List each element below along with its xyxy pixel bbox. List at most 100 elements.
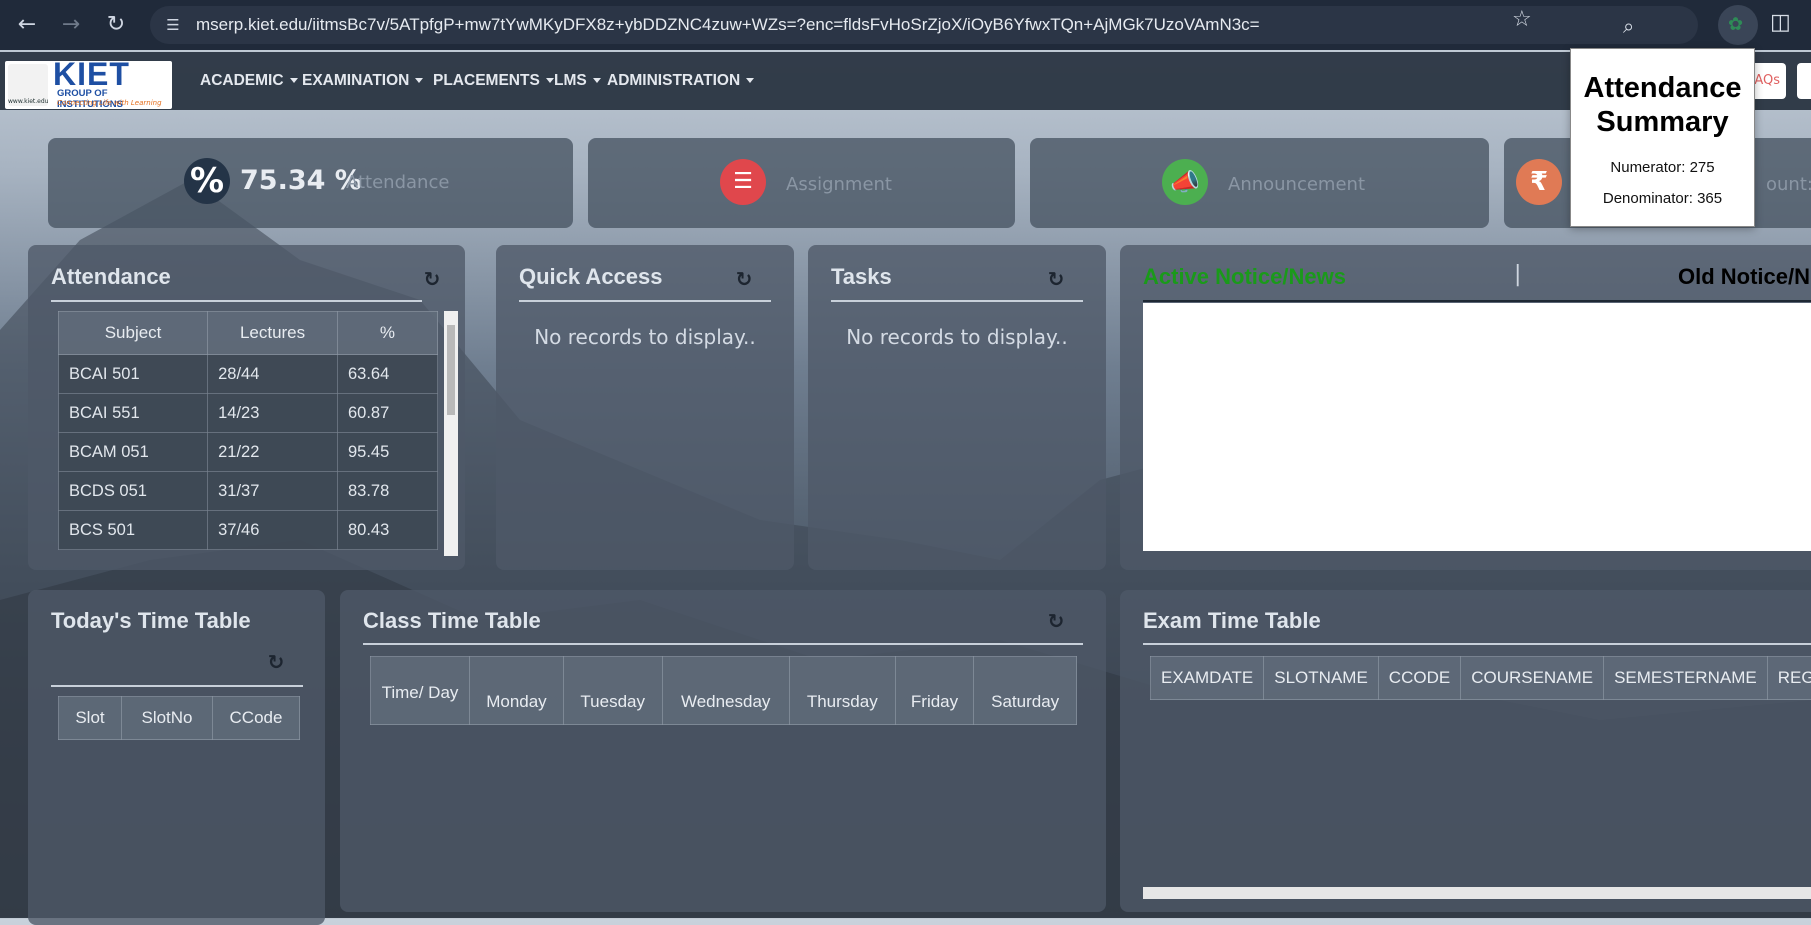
site-info-icon[interactable]: ☰ [164, 16, 182, 34]
app-header: www.kiet.edu KIET GROUP OF INSTITUTIONS … [0, 52, 1811, 110]
column-lectures[interactable]: Lectures [207, 311, 338, 355]
refresh-icon[interactable]: ↻ [734, 269, 754, 289]
scrollbar-thumb[interactable] [447, 325, 455, 415]
announcement-stat-label: Announcement [1228, 174, 1366, 195]
class-timetable-title: Class Time Table [363, 608, 541, 633]
bookmark-star-icon[interactable]: ☆ [1512, 7, 1532, 32]
tab-active-notice[interactable]: Active Notice/News [1143, 264, 1346, 290]
refresh-icon[interactable]: ↻ [1046, 611, 1066, 631]
rupee-icon: ₹ [1516, 159, 1562, 205]
attendance-panel: Attendance ↻ Subject Lectures % BCAI 501… [28, 245, 465, 570]
attendance-stat-label: Attendance [346, 172, 450, 193]
extension-leaf-icon[interactable]: ✿ [1728, 14, 1743, 35]
todays-timetable-panel: Today's Time Table ↻ Slot SlotNo CCode [28, 590, 325, 925]
attendance-scrollbar[interactable] [444, 311, 458, 556]
extensions-puzzle-icon[interactable]: ◫ [1770, 10, 1791, 35]
tasks-title: Tasks [831, 264, 892, 289]
browser-toolbar: ← → ↻ ☰ mserp.kiet.edu/iitmsBc7v/5ATpfgP… [0, 0, 1811, 50]
refresh-icon[interactable]: ↻ [1046, 269, 1066, 289]
table-row: BCAI 551 14/23 60.87 [57, 393, 439, 433]
cell-lectures: 37/46 [207, 510, 338, 550]
cell-lectures: 21/22 [207, 432, 338, 472]
tasks-empty: No records to display.. [846, 325, 1068, 349]
reload-icon[interactable]: ↻ [101, 10, 131, 40]
column-time-day[interactable]: Time/ Day [370, 656, 470, 725]
notice-content-area [1143, 303, 1811, 551]
column-slotname[interactable]: SLOTNAME [1263, 656, 1379, 700]
logo-name: KIET [53, 61, 130, 92]
column-ccode[interactable]: CCode [212, 696, 300, 740]
exam-timetable-title: Exam Time Table [1143, 608, 1321, 633]
notice-panel: Active Notice/News | Old Notice/N [1120, 245, 1811, 570]
attendance-panel-title: Attendance [51, 264, 171, 289]
column-wednesday[interactable]: Wednesday [661, 656, 790, 725]
column-friday[interactable]: Friday [894, 656, 975, 725]
zoom-icon[interactable]: ⌕ [1623, 14, 1634, 38]
panel-divider [831, 300, 1083, 302]
attendance-summary-popup: Attendance Summary Numerator: 275 Denomi… [1570, 48, 1755, 227]
panel-divider [1143, 643, 1811, 645]
panel-divider [1143, 300, 1811, 302]
exam-timetable-table: EXAMDATE SLOTNAME CCODE COURSENAME SEMES… [1149, 656, 1811, 700]
popup-numerator: Numerator: 275 [1610, 159, 1715, 176]
cell-subject: BCAM 051 [57, 432, 209, 472]
fee-stat-label: ount: [1766, 174, 1811, 195]
announcement-stat-card[interactable]: 📣 Announcement [1030, 138, 1489, 228]
quick-access-title: Quick Access [519, 264, 663, 289]
attendance-stat-card[interactable]: % 75.34 % Attendance [48, 138, 573, 228]
cell-subject: BCAI 551 [57, 393, 209, 433]
percent-icon: % [184, 158, 230, 204]
column-regular[interactable]: REGULAR_E [1766, 656, 1811, 700]
panel-divider [51, 300, 422, 302]
kiet-logo[interactable]: www.kiet.edu KIET GROUP OF INSTITUTIONS … [5, 61, 172, 109]
panel-divider [519, 300, 771, 302]
tasks-panel: Tasks ↻ No records to display.. [808, 245, 1106, 570]
tab-old-notice[interactable]: Old Notice/N [1678, 264, 1810, 290]
cell-lectures: 31/37 [207, 471, 338, 511]
todays-timetable-title: Today's Time Table [51, 608, 251, 633]
refresh-icon[interactable]: ↻ [422, 269, 442, 289]
column-monday[interactable]: Monday [469, 656, 564, 725]
megaphone-icon: 📣 [1162, 159, 1208, 205]
forward-icon[interactable]: → [56, 10, 86, 40]
menu-examination[interactable]: EXAMINATION [302, 52, 423, 110]
class-timetable-panel: Class Time Table ↻ Time/ Day Monday Tues… [340, 590, 1106, 912]
column-thursday[interactable]: Thursday [788, 656, 896, 725]
logo-tagline: Connecting Life with Learning [57, 99, 162, 107]
class-timetable-table: Time/ Day Monday Tuesday Wednesday Thurs… [370, 656, 1077, 725]
column-saturday[interactable]: Saturday [973, 656, 1077, 725]
column-percent[interactable]: % [336, 311, 439, 355]
assignment-stat-card[interactable]: ☰ Assignment [588, 138, 1015, 228]
table-row: BCDS 051 31/37 83.78 [57, 471, 439, 511]
menu-placements[interactable]: PLACEMENTS [433, 52, 554, 110]
cell-lectures: 14/23 [207, 393, 338, 433]
column-tuesday[interactable]: Tuesday [562, 656, 663, 725]
menu-administration[interactable]: ADMINISTRATION [607, 52, 754, 110]
panel-divider [363, 643, 1083, 645]
table-row: BCAM 051 21/22 95.45 [57, 432, 439, 472]
exam-horizontal-scrollbar[interactable] [1143, 887, 1811, 899]
column-ccode[interactable]: CCODE [1377, 656, 1462, 700]
menu-academic[interactable]: ACADEMIC [200, 52, 298, 110]
header-extra-button[interactable] [1797, 63, 1811, 99]
back-icon[interactable]: ← [12, 10, 42, 40]
column-slotno[interactable]: SlotNo [121, 696, 213, 740]
url-text[interactable]: mserp.kiet.edu/iitmsBc7v/5ATpfgP+mw7tYwM… [196, 6, 1260, 44]
column-semestername[interactable]: SEMESTERNAME [1603, 656, 1768, 700]
cell-subject: BCAI 501 [57, 354, 209, 394]
cell-percent: 83.78 [336, 471, 439, 511]
table-row: BCAI 501 28/44 63.64 [57, 354, 439, 394]
column-examdate[interactable]: EXAMDATE [1149, 656, 1265, 700]
cell-subject: BCS 501 [57, 510, 209, 550]
column-subject[interactable]: Subject [57, 311, 209, 355]
todays-timetable-table: Slot SlotNo CCode [58, 696, 300, 740]
cell-percent: 95.45 [336, 432, 439, 472]
column-coursename[interactable]: COURSENAME [1460, 656, 1605, 700]
tab-separator: | [1514, 262, 1522, 287]
menu-lms[interactable]: LMS [554, 52, 601, 110]
attendance-stat-value: 75.34 % [240, 165, 362, 196]
refresh-icon[interactable]: ↻ [266, 652, 286, 672]
cell-subject: BCDS 051 [57, 471, 209, 511]
address-bar[interactable]: ☰ mserp.kiet.edu/iitmsBc7v/5ATpfgP+mw7tY… [150, 6, 1698, 44]
column-slot[interactable]: Slot [58, 696, 122, 740]
